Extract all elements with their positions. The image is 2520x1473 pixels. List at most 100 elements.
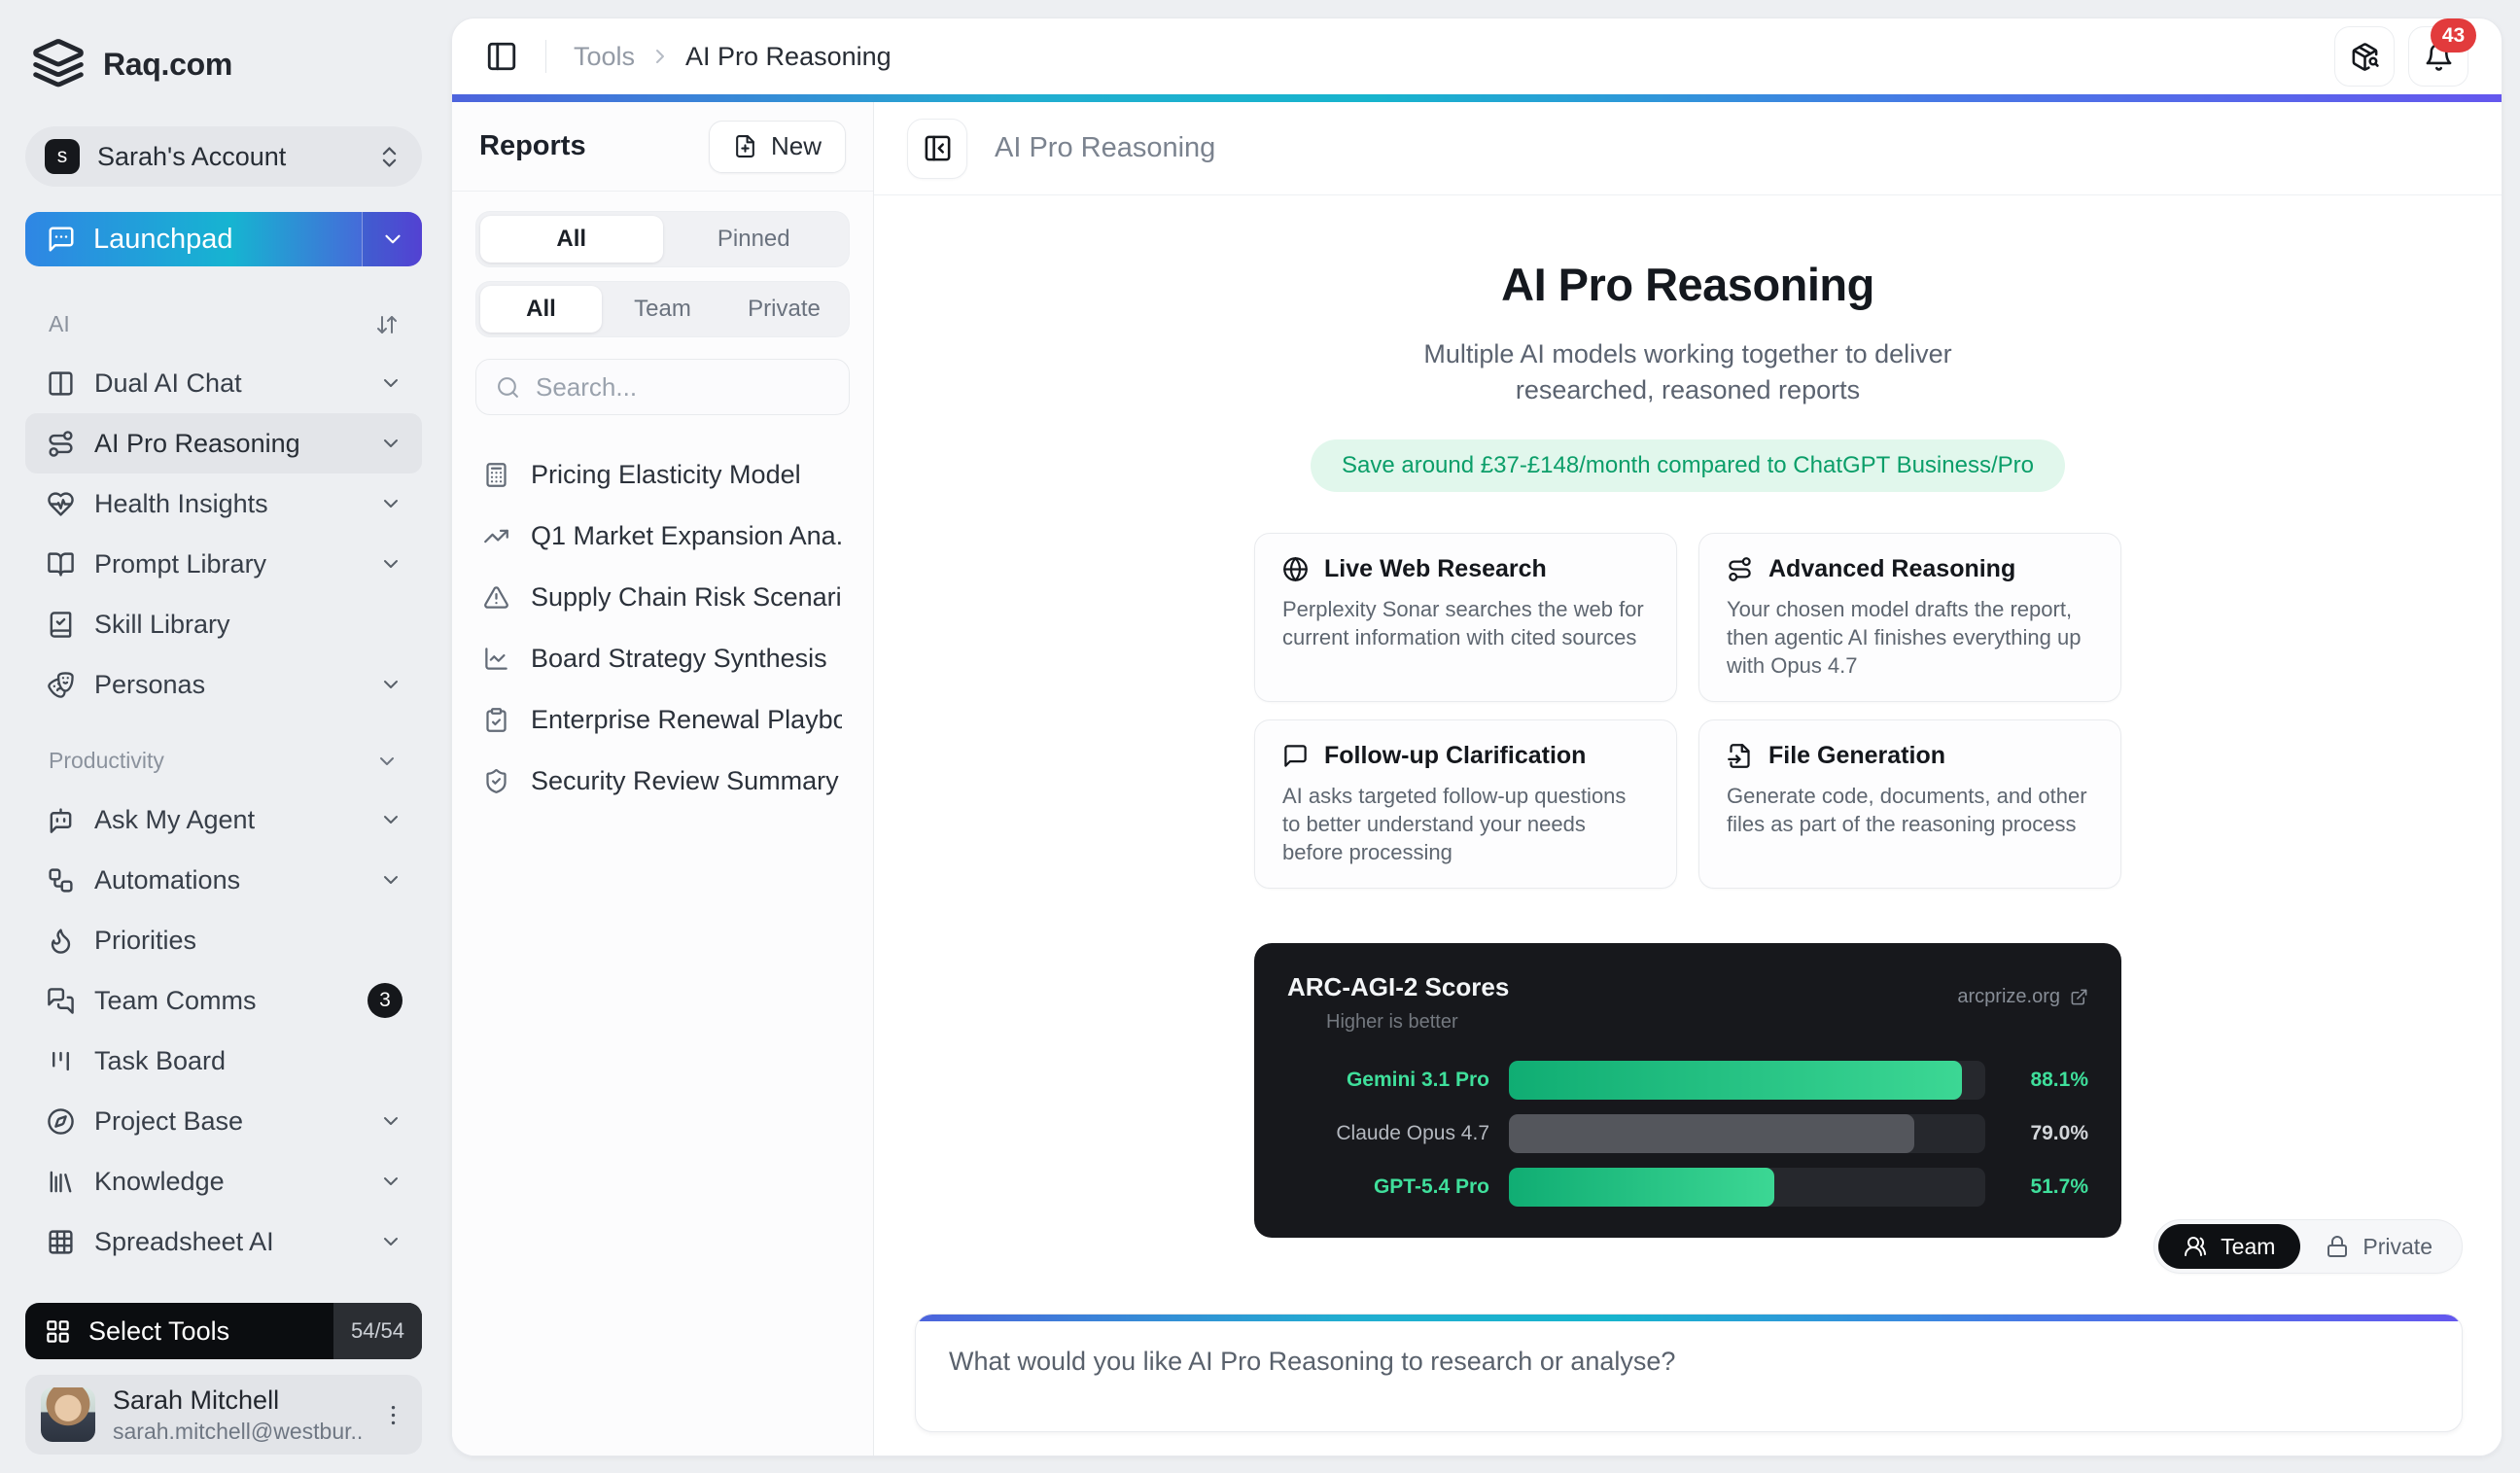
chart-line-icon bbox=[483, 646, 509, 672]
new-report-button[interactable]: New bbox=[709, 121, 846, 173]
sidebar-item-health-insights[interactable]: Health Insights bbox=[25, 473, 422, 534]
scope-tab-team[interactable]: Team bbox=[602, 286, 723, 333]
panel-left-icon[interactable] bbox=[485, 40, 518, 73]
clipboard-check-icon bbox=[483, 707, 509, 733]
layout-grid-icon bbox=[45, 1318, 71, 1345]
sidebar-item-priorities[interactable]: Priorities bbox=[25, 910, 422, 970]
lock-icon bbox=[2326, 1235, 2349, 1258]
sidebar-item-automations[interactable]: Automations bbox=[25, 850, 422, 910]
sidebar-item-task-board[interactable]: Task Board bbox=[25, 1031, 422, 1091]
ellipsis-vertical-icon[interactable] bbox=[380, 1402, 406, 1428]
globe-icon bbox=[1282, 556, 1309, 582]
chevron-down-icon bbox=[379, 432, 402, 455]
arc-bar-fill bbox=[1509, 1061, 1962, 1100]
main-card: Tools AI Pro Reasoning 43 Reports New bbox=[451, 18, 2502, 1456]
report-item[interactable]: Security Review Summary bbox=[475, 751, 850, 812]
users-icon bbox=[2184, 1235, 2207, 1258]
reports-panel-title: Reports bbox=[479, 130, 586, 162]
workflow-icon bbox=[47, 866, 75, 894]
select-tools-label: Select Tools bbox=[88, 1316, 229, 1347]
chevron-down-icon bbox=[379, 673, 402, 696]
report-item[interactable]: Pricing Elasticity Model bbox=[475, 444, 850, 506]
sidebar-item-skill-library[interactable]: Skill Library bbox=[25, 594, 422, 654]
sidebar-item-ask-my-agent[interactable]: Ask My Agent bbox=[25, 789, 422, 850]
arc-bar-row: Claude Opus 4.779.0% bbox=[1287, 1114, 2088, 1153]
sidebar-section-ai: AI bbox=[25, 311, 422, 337]
search-icon bbox=[496, 375, 520, 400]
feature-card-file-generation: File Generation Generate code, documents… bbox=[1698, 719, 2121, 889]
sidebar-item-knowledge[interactable]: Knowledge bbox=[25, 1151, 422, 1211]
report-item[interactable]: Enterprise Renewal Playbook bbox=[475, 689, 850, 751]
sidebar-nav-ai: Dual AI Chat AI Pro Reasoning Health Ins… bbox=[25, 353, 422, 715]
reports-search bbox=[475, 359, 850, 415]
arc-bar-track bbox=[1509, 1061, 1985, 1100]
sidebar-section-productivity[interactable]: Productivity bbox=[25, 748, 422, 774]
launchpad-button[interactable]: Launchpad bbox=[25, 212, 422, 266]
chevron-down-icon bbox=[379, 552, 402, 576]
arc-source-link[interactable]: arcprize.org bbox=[1957, 986, 2088, 1008]
tab-all[interactable]: All bbox=[480, 216, 663, 263]
main-panel: AI Pro Reasoning AI Pro Reasoning Multip… bbox=[874, 102, 2502, 1455]
chevron-down-icon bbox=[379, 1109, 402, 1133]
accent-gradient-bar bbox=[452, 94, 2502, 102]
hero-title: AI Pro Reasoning bbox=[874, 258, 2502, 311]
report-item[interactable]: Board Strategy Synthesis bbox=[475, 628, 850, 689]
collapse-panel-button[interactable] bbox=[907, 119, 967, 179]
book-check-icon bbox=[47, 611, 75, 639]
breadcrumb-tools[interactable]: Tools bbox=[574, 42, 635, 72]
trending-up-icon bbox=[483, 523, 509, 549]
arc-bar-fill bbox=[1509, 1114, 1914, 1153]
file-output-icon bbox=[1727, 743, 1753, 769]
notifications-button[interactable]: 43 bbox=[2408, 26, 2468, 87]
sidebar-item-dual-ai-chat[interactable]: Dual AI Chat bbox=[25, 353, 422, 413]
composer-accent-bar bbox=[916, 1315, 2462, 1321]
launchpad-main[interactable]: Launchpad bbox=[25, 212, 362, 266]
route-icon bbox=[1727, 556, 1753, 582]
breadcrumb-current-page: AI Pro Reasoning bbox=[685, 42, 892, 72]
sidebar-item-project-base[interactable]: Project Base bbox=[25, 1091, 422, 1151]
sidebar-nav-productivity: Ask My Agent Automations Priorities Team… bbox=[25, 789, 422, 1272]
tools-count-badge: 54/54 bbox=[333, 1303, 422, 1359]
alert-triangle-icon bbox=[483, 584, 509, 611]
section-label: Productivity bbox=[49, 748, 164, 774]
brand-name: Raq.com bbox=[103, 47, 232, 83]
prompt-input[interactable] bbox=[916, 1321, 2462, 1431]
feature-card-follow-up-clarification: Follow-up Clarification AI asks targeted… bbox=[1254, 719, 1677, 889]
panel-left-close-icon bbox=[923, 133, 953, 163]
notifications-count-badge: 43 bbox=[2431, 18, 2476, 53]
package-search-button[interactable] bbox=[2334, 26, 2395, 87]
report-item[interactable]: Q1 Market Expansion Ana... bbox=[475, 506, 850, 567]
select-tools-button[interactable]: Select Tools 54/54 bbox=[25, 1303, 422, 1359]
sidebar-item-team-comms[interactable]: Team Comms 3 bbox=[25, 970, 422, 1031]
divider bbox=[545, 40, 546, 73]
arc-bar-track bbox=[1509, 1168, 1985, 1207]
feature-card-advanced-reasoning: Advanced Reasoning Your chosen model dra… bbox=[1698, 533, 2121, 702]
launchpad-label: Launchpad bbox=[93, 224, 233, 256]
toggle-team[interactable]: Team bbox=[2158, 1224, 2300, 1269]
chevron-down-icon bbox=[380, 227, 405, 252]
message-square-icon bbox=[1282, 743, 1309, 769]
scope-tab-all[interactable]: All bbox=[480, 286, 602, 333]
scope-tab-private[interactable]: Private bbox=[723, 286, 845, 333]
savings-badge: Save around £37-£148/month compared to C… bbox=[1311, 439, 2065, 492]
sort-arrows-icon[interactable] bbox=[375, 313, 399, 336]
sidebar-item-spreadsheet-ai[interactable]: Spreadsheet AI bbox=[25, 1211, 422, 1272]
sidebar-item-prompt-library[interactable]: Prompt Library bbox=[25, 534, 422, 594]
arc-bar-label: Gemini 3.1 Pro bbox=[1287, 1069, 1489, 1092]
sidebar-item-personas[interactable]: Personas bbox=[25, 654, 422, 715]
kanban-icon bbox=[47, 1047, 75, 1075]
report-item[interactable]: Supply Chain Risk Scenarios bbox=[475, 567, 850, 628]
account-switcher[interactable]: s Sarah's Account bbox=[25, 126, 422, 187]
sidebar-item-ai-pro-reasoning[interactable]: AI Pro Reasoning bbox=[25, 413, 422, 473]
search-input[interactable] bbox=[536, 372, 829, 403]
launchpad-dropdown-toggle[interactable] bbox=[362, 212, 422, 266]
feature-cards: Live Web Research Perplexity Sonar searc… bbox=[1254, 533, 2121, 889]
toggle-private[interactable]: Private bbox=[2300, 1224, 2458, 1269]
chevron-down-icon bbox=[379, 868, 402, 892]
page-title: AI Pro Reasoning bbox=[995, 132, 1215, 164]
arc-bar-chart: Gemini 3.1 Pro88.1%Claude Opus 4.779.0%G… bbox=[1287, 1061, 2088, 1207]
library-icon bbox=[47, 1168, 75, 1196]
arc-bar-label: Claude Opus 4.7 bbox=[1287, 1122, 1489, 1145]
tab-pinned[interactable]: Pinned bbox=[663, 216, 846, 263]
user-profile-card[interactable]: Sarah Mitchell sarah.mitchell@westbur... bbox=[25, 1375, 422, 1455]
